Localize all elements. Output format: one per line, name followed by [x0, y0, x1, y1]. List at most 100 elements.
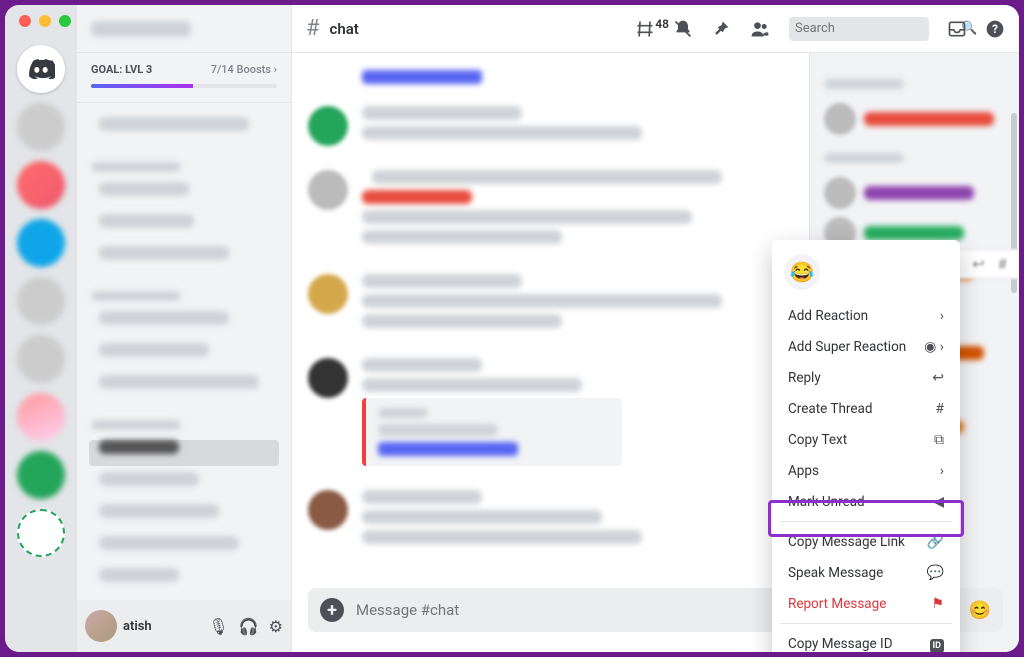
server-item[interactable] [17, 451, 65, 499]
channel-item[interactable] [89, 311, 279, 337]
channel-name: chat [330, 20, 625, 38]
channel-item[interactable] [89, 375, 279, 401]
avatar[interactable] [308, 106, 348, 146]
speak-icon: 💬 [927, 565, 944, 581]
inbox-button[interactable] [947, 19, 967, 39]
reply-icon[interactable]: ↩ [972, 255, 985, 273]
thread-icon[interactable]: # [998, 255, 1007, 273]
boost-panel[interactable]: GOAL: LVL 3 7/14 Boosts › [77, 53, 291, 103]
ctx-add-reaction[interactable]: Add Reaction› [780, 300, 952, 331]
mute-mic-button[interactable]: 🎙 [208, 617, 228, 636]
channel-category[interactable] [85, 415, 283, 434]
quick-reaction-row: 😂 [780, 248, 952, 300]
flag-icon: ⚑ [931, 596, 944, 612]
attach-button[interactable]: + [320, 598, 344, 622]
server-item[interactable] [17, 161, 65, 209]
help-button[interactable]: ? [985, 19, 1005, 39]
channel-category[interactable] [85, 286, 283, 305]
boost-progress-bar [91, 84, 277, 88]
id-icon: ID [930, 636, 944, 652]
channel-topbar: # chat 48 [292, 5, 1019, 53]
message[interactable] [308, 170, 793, 250]
channel-category[interactable] [85, 157, 283, 176]
channel-sidebar: GOAL: LVL 3 7/14 Boosts › [77, 5, 292, 652]
hash-icon: # [306, 16, 320, 41]
ctx-create-thread[interactable]: Create Thread# [780, 393, 952, 424]
server-item[interactable] [17, 277, 65, 325]
link-icon: 🔗 [927, 534, 944, 550]
message[interactable] [308, 274, 793, 334]
quick-reaction-laugh[interactable]: 😂 [784, 254, 820, 290]
ctx-speak-message[interactable]: Speak Message💬 [780, 557, 952, 588]
ctx-report-message[interactable]: Report Message⚑ [780, 588, 952, 619]
channel-item[interactable] [89, 504, 279, 530]
avatar[interactable] [308, 490, 348, 530]
add-server-button[interactable] [17, 509, 65, 557]
svg-text:?: ? [992, 22, 998, 36]
message-context-menu: 😂 Add Reaction› Add Super Reaction◉ › Re… [772, 240, 960, 652]
avatar[interactable] [308, 274, 348, 314]
boost-goal-label: GOAL: LVL 3 [91, 63, 152, 76]
context-separator [780, 521, 952, 522]
ctx-reply[interactable]: Reply↩ [780, 362, 952, 393]
channel-item[interactable] [89, 343, 279, 369]
message-list [292, 53, 809, 652]
boost-count: 7/14 Boosts [211, 63, 271, 76]
ctx-apps[interactable]: Apps› [780, 455, 952, 486]
ctx-copy-message-link[interactable]: Copy Message Link🔗 [780, 526, 952, 557]
chevron-right-icon: › [940, 463, 944, 479]
ctx-copy-text[interactable]: Copy Text⧉ [780, 424, 952, 455]
user-settings-button[interactable]: ⚙ [269, 617, 283, 636]
app-window: GOAL: LVL 3 7/14 Boosts › [5, 5, 1019, 652]
ctx-mark-unread[interactable]: Mark Unread◀ [780, 486, 952, 517]
ctx-add-super-reaction[interactable]: Add Super Reaction◉ › [780, 331, 952, 362]
channel-item[interactable] [89, 214, 279, 240]
deafen-button[interactable]: 🎧 [239, 617, 259, 636]
message[interactable] [308, 490, 793, 550]
channel-item[interactable] [89, 536, 279, 562]
pinned-messages-button[interactable] [711, 19, 731, 39]
message[interactable] [308, 106, 793, 146]
context-separator [780, 623, 952, 624]
server-header[interactable] [77, 5, 291, 53]
server-item[interactable] [17, 393, 65, 441]
server-rail [5, 5, 77, 652]
embed[interactable] [362, 398, 622, 466]
member-row[interactable] [818, 173, 1011, 213]
emoji-button[interactable]: 😊 [969, 600, 991, 621]
self-avatar[interactable] [85, 610, 117, 642]
user-panel: atish 🎙 🎧 ⚙ [77, 600, 291, 652]
macos-traffic-lights [19, 15, 71, 27]
member-row[interactable] [818, 99, 1011, 139]
ctx-copy-message-id[interactable]: Copy Message IDID [780, 628, 952, 652]
close-window-button[interactable] [19, 15, 31, 27]
member-category [818, 139, 1011, 173]
mark-unread-icon: ◀ [933, 494, 944, 510]
avatar[interactable] [308, 358, 348, 398]
threads-button[interactable]: 48 [635, 19, 655, 39]
minimize-window-button[interactable] [39, 15, 51, 27]
server-item[interactable] [17, 103, 65, 151]
channel-list [77, 103, 291, 600]
channel-item[interactable] [89, 568, 279, 594]
channel-item[interactable] [89, 117, 279, 143]
main-area: # chat 48 [292, 5, 1019, 652]
notifications-button[interactable] [673, 19, 693, 39]
zoom-window-button[interactable] [59, 15, 71, 27]
server-item[interactable] [17, 335, 65, 383]
search-box[interactable]: 🔍 [789, 17, 929, 41]
search-input[interactable] [795, 21, 961, 36]
threads-count: 48 [655, 17, 669, 31]
server-item-active[interactable] [17, 219, 65, 267]
chevron-right-icon: › [274, 63, 277, 76]
channel-item-active[interactable] [89, 440, 279, 466]
message[interactable] [308, 358, 793, 466]
channel-item[interactable] [89, 182, 279, 208]
home-button[interactable] [17, 45, 65, 93]
self-username[interactable]: atish [123, 619, 202, 634]
avatar[interactable] [308, 170, 348, 210]
channel-item[interactable] [89, 472, 279, 498]
copy-icon: ⧉ [934, 432, 944, 448]
member-list-toggle[interactable] [749, 19, 771, 39]
channel-item[interactable] [89, 246, 279, 272]
